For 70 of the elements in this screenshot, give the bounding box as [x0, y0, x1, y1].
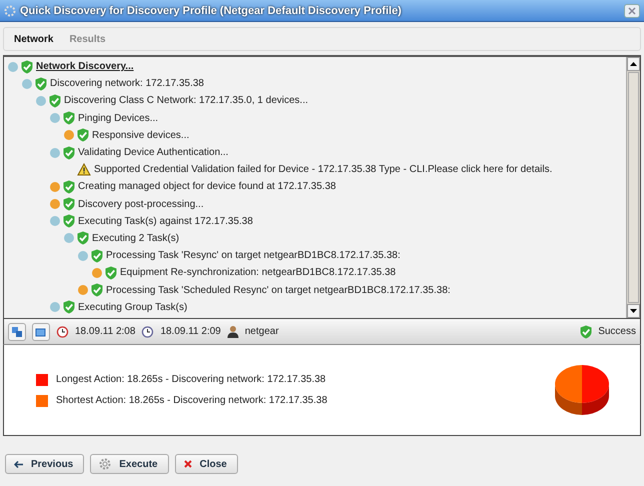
collapse-toggle[interactable] [8, 62, 18, 72]
tree-item[interactable]: Discovery post-processing... [78, 198, 204, 210]
tree-item[interactable]: Processing Task 'Scheduled Resync' on target netgearBD1BC8.172.17.35.38: [106, 284, 450, 296]
close-icon [184, 460, 192, 468]
expand-toggle[interactable] [50, 182, 60, 192]
check-shield-icon [91, 248, 103, 263]
tree-item[interactable]: Pinging Devices... [78, 112, 158, 124]
gear-icon [99, 458, 112, 470]
close-button[interactable] [624, 4, 640, 18]
alarm-clock-icon [56, 325, 69, 338]
close-icon [628, 6, 636, 14]
expand-toggle[interactable] [92, 268, 102, 278]
tree-item[interactable]: Supported Credential Validation failed for Device - 172.17.35.38 Type - CLI.Please click here for details. [94, 164, 552, 176]
user-name: netgear [244, 326, 279, 337]
window-title: Quick Discovery for Discovery Profile (Netgear Default Discovery Profile) [20, 4, 402, 16]
tree-item[interactable]: Equipment Re-synchronization: netgearBD1BC8.172.17.35.38 [120, 267, 396, 278]
clock-icon [141, 325, 154, 338]
previous-button[interactable]: Previous [5, 454, 84, 474]
collapse-toggle[interactable] [50, 302, 60, 312]
check-shield-icon [580, 324, 592, 338]
export-button[interactable] [32, 322, 50, 340]
check-shield-icon [77, 128, 89, 142]
scrollbar[interactable] [626, 57, 640, 318]
check-shield-icon [77, 231, 89, 246]
check-shield-icon [21, 60, 33, 74]
check-shield-icon [63, 197, 75, 212]
window-icon [35, 326, 47, 336]
expand-toggle[interactable] [78, 285, 88, 296]
check-shield-icon [63, 180, 75, 194]
tree-item[interactable]: Responsive devices... [92, 130, 190, 141]
tree-item[interactable]: Discovering Class C Network: 172.17.35.0, 1 devices... [64, 95, 308, 106]
tree-item[interactable]: Executing 2 Task(s) [92, 232, 180, 244]
tree-item[interactable]: Processing Task 'Resync' on target netgearBD1BC8.172.17.35.38: [106, 250, 400, 262]
left-arrow-icon [14, 460, 23, 468]
expand-toggle[interactable] [50, 199, 60, 210]
collapse-toggle[interactable] [78, 250, 88, 261]
tree-item[interactable]: Network Discovery... [36, 61, 134, 72]
warning-icon [77, 163, 91, 176]
user-icon [226, 325, 239, 338]
tree-item[interactable]: Validating Device Authentication... [78, 147, 228, 158]
check-shield-icon [91, 283, 103, 298]
execute-button[interactable]: Execute [90, 454, 169, 474]
legend-label: Shortest Action: 18.265s - Discovering network: 172.17.35.38 [56, 395, 328, 406]
tab[interactable]: Network [14, 34, 54, 44]
tree-item[interactable]: Executing Group Task(s) [78, 302, 188, 313]
tree-item[interactable]: Discovering network: 172.17.35.38 [50, 78, 204, 90]
start-time: 18.09.11 2:08 [75, 326, 136, 337]
close-button[interactable]: Close [174, 454, 238, 474]
collapse-toggle[interactable] [22, 78, 32, 89]
tree-item[interactable]: Executing Task(s) against 172.17.35.38 [78, 216, 253, 227]
check-shield-icon [63, 300, 75, 314]
check-shield-icon [49, 94, 61, 108]
collapse-toggle[interactable] [50, 113, 60, 124]
up-arrow-icon [630, 62, 637, 66]
collapse-toggle[interactable] [50, 148, 60, 158]
collapse-toggle[interactable] [36, 96, 46, 106]
gear-icon [4, 4, 16, 16]
tree-item[interactable]: Creating managed object for device found at 172.17.35.38 [78, 181, 336, 192]
collapse-toggle[interactable] [50, 216, 60, 226]
end-time: 18.09.11 2:09 [160, 326, 221, 337]
expand-toggle[interactable] [64, 130, 74, 140]
check-shield-icon [63, 111, 75, 126]
result-status: Success [598, 326, 636, 337]
collapse-toggle[interactable] [64, 233, 74, 244]
check-shield-icon [105, 266, 117, 280]
check-shield-icon [63, 214, 75, 228]
check-shield-icon [35, 76, 47, 91]
check-shield-icon [63, 146, 75, 160]
legend-label: Longest Action: 18.265s - Discovering network: 172.17.35.38 [56, 374, 326, 385]
down-arrow-icon [630, 309, 637, 313]
